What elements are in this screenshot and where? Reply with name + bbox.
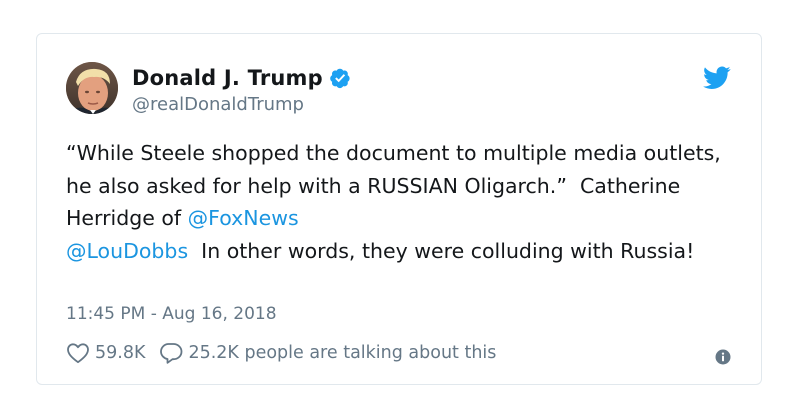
author-block[interactable]: Donald J. Trump @realDonaldTrump bbox=[132, 64, 351, 115]
talking-count-text: 25.2K people are talking about this bbox=[188, 343, 497, 363]
tweet-text-part-3: In other words, they were colluding with… bbox=[188, 238, 695, 263]
mention-loudobbs-link[interactable]: @LouDobbs bbox=[66, 239, 188, 263]
author-name[interactable]: Donald J. Trump bbox=[132, 66, 323, 90]
tweet-card[interactable]: Donald J. Trump @realDonaldTrump “While … bbox=[36, 33, 762, 385]
author-avatar[interactable] bbox=[66, 62, 118, 114]
verified-badge-icon bbox=[329, 67, 351, 89]
twitter-bird-icon[interactable] bbox=[703, 66, 731, 90]
mention-foxnews-link[interactable]: @FoxNews bbox=[188, 206, 299, 230]
like-button[interactable]: 59.8K bbox=[66, 342, 145, 364]
tweet-actions: 59.8K 25.2K people are talking about thi… bbox=[66, 342, 496, 364]
author-handle[interactable]: @realDonaldTrump bbox=[132, 94, 351, 115]
info-icon[interactable] bbox=[715, 349, 731, 365]
like-count: 59.8K bbox=[95, 343, 146, 363]
avatar-image bbox=[66, 62, 118, 114]
conversation-link[interactable]: 25.2K people are talking about this bbox=[159, 342, 496, 364]
tweet-timestamp-link[interactable]: 11:45 PM - Aug 16, 2018 bbox=[66, 304, 277, 324]
heart-icon bbox=[66, 342, 90, 364]
tweet-text-part-1: “While Steele shopped the document to mu… bbox=[66, 141, 728, 230]
speech-bubble-icon bbox=[159, 342, 183, 364]
tweet-body: “While Steele shopped the document to mu… bbox=[66, 137, 736, 267]
author-name-row[interactable]: Donald J. Trump bbox=[132, 64, 351, 92]
